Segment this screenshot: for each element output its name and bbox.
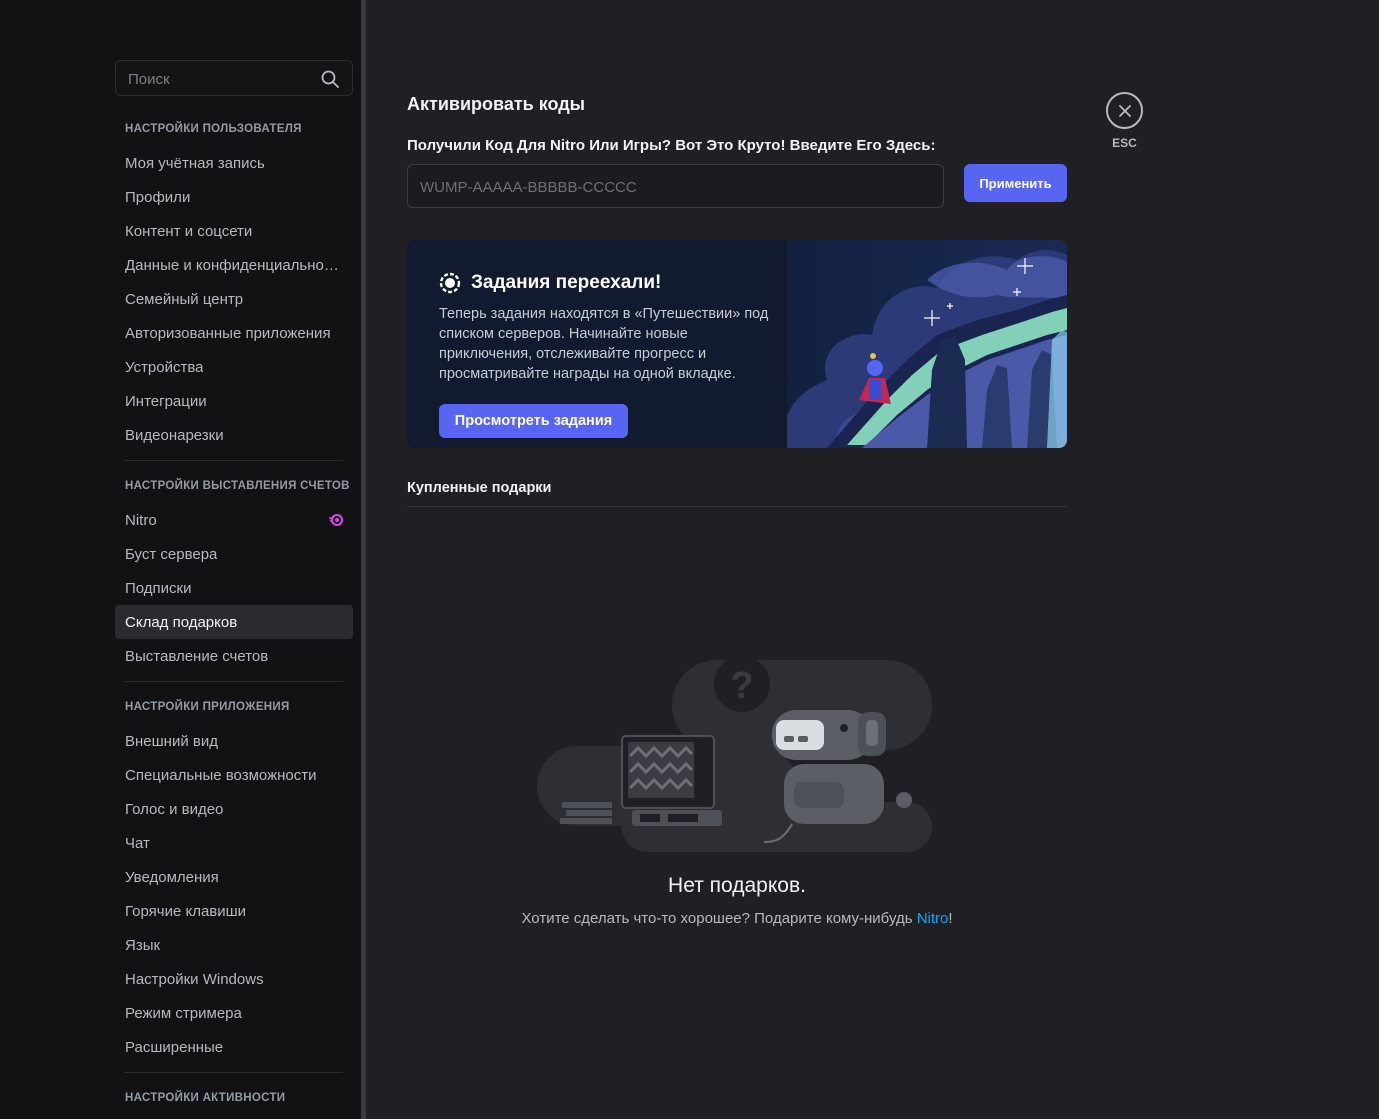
sidebar-item[interactable]: Специальные возможности [115, 758, 353, 792]
sidebar-section-header: Настройки активности [125, 1092, 286, 1104]
sidebar-item[interactable]: Уведомления [115, 860, 353, 894]
code-input[interactable] [418, 177, 918, 197]
sidebar-item-label: Устройства [125, 358, 204, 376]
sidebar-item[interactable]: Семейный центр [115, 282, 353, 316]
nitro-link[interactable]: Nitro [917, 910, 949, 927]
banner-text: Теперь задания находятся в «Путешествии»… [439, 306, 769, 382]
sidebar-item[interactable]: Голос и видео [115, 792, 353, 826]
sidebar-item[interactable]: Режим стримера [115, 996, 353, 1030]
svg-text:?: ? [730, 665, 753, 707]
main-content: Активировать коды Получили Код Для Nitro… [366, 0, 1379, 1119]
quest-icon [439, 272, 461, 294]
page-title: Активировать коды [407, 94, 586, 114]
search-icon[interactable] [320, 69, 340, 89]
purchased-gifts-header: Купленные подарки [407, 480, 552, 496]
sidebar-item[interactable]: Авторизованные приложения [115, 316, 353, 350]
no-gifts-illustration: ? [537, 656, 932, 852]
code-label: Получили Код Для Nitro Или Игры? Вот Это… [407, 137, 936, 154]
sidebar-item[interactable]: Видеонарезки [115, 418, 353, 452]
settings-sidebar: Настройки пользователя Моя учётная запись… [0, 0, 362, 1119]
sidebar-section-header: Настройки выставления счетов [125, 480, 350, 492]
esc-label: ESC [1112, 136, 1137, 150]
sidebar-item[interactable]: Язык [115, 928, 353, 962]
sidebar-divider [125, 460, 343, 461]
empty-state-title: Нет подарков. [668, 874, 806, 897]
sidebar-item[interactable]: Выставление счетов [115, 639, 353, 673]
sidebar-section-header: Настройки пользователя [125, 123, 302, 135]
sidebar-item-label: Буст сервера [125, 545, 218, 563]
sidebar-item-label: Чат [125, 834, 150, 852]
banner-title: Задания переехали! [471, 272, 662, 293]
sidebar-item-label: Nitro [125, 511, 157, 529]
sidebar-section-header: Настройки приложения [125, 701, 290, 713]
sidebar-item[interactable]: Данные и конфиденциальность [115, 248, 353, 282]
sidebar-item-label: Специальные возможности [125, 766, 317, 784]
sidebar-divider [125, 681, 343, 682]
sidebar-item-label: Авторизованные приложения [125, 324, 331, 342]
sidebar-item[interactable]: Чат [115, 826, 353, 860]
sidebar-item-label: Профили [125, 188, 191, 206]
sidebar-item[interactable]: Профили [115, 180, 353, 214]
sidebar-item-label: Видеонарезки [125, 426, 224, 444]
sidebar-item-label: Интеграции [125, 392, 207, 410]
sidebar-item[interactable]: Склад подарков [115, 605, 353, 639]
empty-subtitle-text: Хотите сделать что-то хорошее? Подарите … [521, 910, 917, 927]
sidebar-item-label: Язык [125, 936, 161, 954]
nitro-icon [329, 514, 343, 526]
view-quests-button[interactable]: Просмотреть задания [439, 404, 628, 438]
code-input-box[interactable] [407, 164, 944, 208]
sidebar-item[interactable]: Моя учётная запись [115, 146, 353, 180]
apply-button[interactable]: Применить [964, 164, 1067, 202]
sidebar-item[interactable]: Интеграции [115, 384, 353, 418]
sidebar-item[interactable]: Конфиденциальность активности [115, 1115, 353, 1119]
sidebar-item[interactable]: Расширенные [115, 1030, 353, 1064]
sidebar-item[interactable]: Внешний вид [115, 724, 353, 758]
close-icon [1118, 104, 1131, 117]
sidebar-item-label: Данные и конфиденциальность [125, 256, 343, 274]
quests-banner: Задания переехали! Теперь задания находя… [407, 240, 1067, 448]
close-button[interactable] [1106, 92, 1143, 129]
sidebar-item[interactable]: Настройки Windows [115, 962, 353, 996]
search-input[interactable] [126, 69, 316, 89]
sidebar-divider [125, 1072, 343, 1073]
sidebar-item-label: Семейный центр [125, 290, 244, 308]
sidebar-item-label: Выставление счетов [125, 647, 269, 665]
sidebar-item-label: Настройки Windows [125, 970, 264, 988]
gifts-divider [407, 506, 1067, 507]
sidebar-item-label: Внешний вид [125, 732, 218, 750]
sidebar-item-label: Склад подарков [125, 613, 238, 631]
sidebar-item-label: Расширенные [125, 1038, 224, 1056]
sidebar-item[interactable]: Горячие клавиши [115, 894, 353, 928]
sidebar-item[interactable]: Контент и соцсети [115, 214, 353, 248]
sidebar-item-label: Уведомления [125, 868, 219, 886]
settings-nav: Настройки пользователя Моя учётная запись… [115, 112, 353, 1119]
sidebar-item-label: Контент и соцсети [125, 222, 253, 240]
sidebar-item-label: Режим стримера [125, 1004, 242, 1022]
search-box[interactable] [115, 60, 353, 96]
sidebar-item[interactable]: Nitro [115, 503, 353, 537]
sidebar-item-label: Моя учётная запись [125, 154, 265, 172]
sidebar-item-label: Подписки [125, 579, 192, 597]
empty-state-subtitle: Хотите сделать что-то хорошее? Подарите … [366, 910, 1108, 927]
sidebar-item-label: Голос и видео [125, 800, 224, 818]
sidebar-item[interactable]: Буст сервера [115, 537, 353, 571]
sidebar-item[interactable]: Подписки [115, 571, 353, 605]
sidebar-item[interactable]: Устройства [115, 350, 353, 384]
sidebar-item-label: Горячие клавиши [125, 902, 247, 920]
empty-subtitle-suffix: ! [948, 910, 953, 927]
